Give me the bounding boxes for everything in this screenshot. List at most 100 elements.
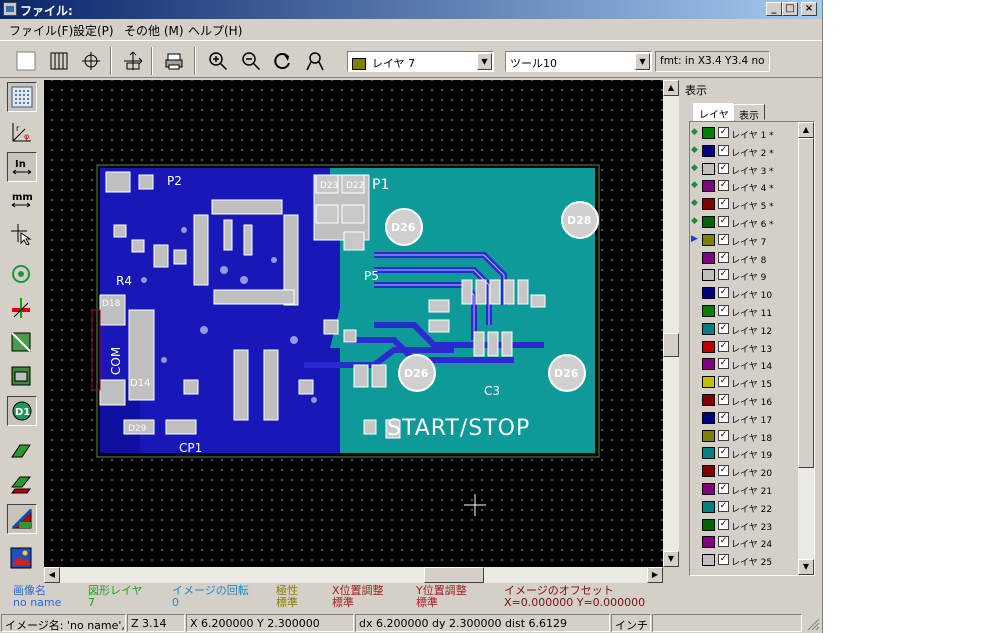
layer-row[interactable]: ✓ レイヤ 13 <box>690 339 798 356</box>
scroll-down-icon[interactable]: ▼ <box>798 559 814 575</box>
tool-select[interactable]: ツール10 ▼ <box>505 51 652 72</box>
layer-visibility-checkbox[interactable]: ✓ <box>718 162 729 174</box>
layer-color-swatch[interactable] <box>702 483 715 495</box>
select-tool-button[interactable] <box>7 220 37 250</box>
crosshair-button[interactable] <box>78 48 104 74</box>
layer-visibility-checkbox[interactable]: ✓ <box>718 518 729 530</box>
menu-file[interactable]: ファイル(F) <box>9 22 73 39</box>
layer-color-swatch[interactable] <box>702 287 715 300</box>
scroll-up-icon[interactable]: ▲ <box>663 80 679 96</box>
flash-tool-button[interactable] <box>7 260 37 290</box>
layer-color-swatch[interactable] <box>702 233 715 246</box>
layer-color-swatch[interactable] <box>702 429 715 442</box>
layer-row[interactable]: ◆ ✓ レイヤ 3 * <box>690 161 798 178</box>
maximize-button[interactable]: □ <box>782 2 798 16</box>
layer-color-swatch[interactable] <box>702 322 715 335</box>
layer-scroll-thumb[interactable] <box>798 138 814 468</box>
layer-visibility-checkbox[interactable]: ✓ <box>718 358 729 370</box>
zoom-out-button[interactable] <box>238 48 264 74</box>
layer-color-swatch[interactable] <box>702 269 715 282</box>
layer-color-swatch[interactable] <box>702 518 715 531</box>
layer-visibility-checkbox[interactable]: ✓ <box>718 251 729 263</box>
menu-other[interactable]: その他 (M) <box>124 22 184 39</box>
layer-color-swatch[interactable] <box>702 411 715 424</box>
layer-row[interactable]: ✓ レイヤ 14 <box>690 356 798 373</box>
layer-fill-button[interactable] <box>7 436 37 466</box>
inch-units-button[interactable]: In <box>7 152 37 182</box>
layer-row[interactable]: ✓ レイヤ 21 <box>690 481 798 498</box>
vertical-scroll-thumb[interactable] <box>663 333 679 357</box>
layer-color-swatch[interactable] <box>702 340 715 353</box>
layer-color-swatch[interactable] <box>702 144 715 157</box>
line-tool-button[interactable] <box>7 294 37 324</box>
chevron-down-icon[interactable]: ▼ <box>635 53 650 70</box>
layer-row[interactable]: ✓ レイヤ 17 <box>690 410 798 427</box>
chevron-down-icon[interactable]: ▼ <box>477 53 492 70</box>
layer-visibility-checkbox[interactable]: ✓ <box>718 429 729 441</box>
layer-visibility-checkbox[interactable]: ✓ <box>718 144 729 156</box>
d-code-button[interactable]: D1 <box>7 396 37 426</box>
layer-row[interactable]: ✓ レイヤ 18 <box>690 428 798 445</box>
redraw-button[interactable] <box>270 48 296 74</box>
layer-color-swatch[interactable] <box>702 305 715 317</box>
layer-color-swatch[interactable] <box>702 251 715 264</box>
open-button[interactable] <box>46 48 72 74</box>
layer-row[interactable]: ◆ ✓ レイヤ 1 * <box>690 125 798 142</box>
layer-color-swatch[interactable] <box>702 216 715 228</box>
layer-visibility-checkbox[interactable]: ✓ <box>718 216 729 227</box>
layer-visibility-checkbox[interactable]: ✓ <box>718 394 729 405</box>
layer-row[interactable]: ✓ レイヤ 11 <box>690 303 798 320</box>
vertical-scrollbar[interactable]: ▲ ▼ <box>663 80 679 567</box>
horizontal-scrollbar[interactable]: ◀ ▶ <box>44 567 663 583</box>
layer-row[interactable]: ✓ レイヤ 24 <box>690 534 798 551</box>
horizontal-scroll-thumb[interactable] <box>424 567 484 583</box>
layer-row[interactable]: ◆ ✓ レイヤ 2 * <box>690 143 798 160</box>
mm-units-button[interactable]: mm <box>7 186 37 216</box>
layer-visibility-checkbox[interactable]: ✓ <box>718 554 729 566</box>
scroll-down-icon[interactable]: ▼ <box>663 551 679 567</box>
tab-layers[interactable]: レイヤ <box>693 103 735 121</box>
tab-display[interactable]: 表示 <box>733 104 765 122</box>
layer-color-swatch[interactable] <box>702 180 715 193</box>
print-button[interactable] <box>161 48 187 74</box>
layer-row[interactable]: ✓ レイヤ 23 <box>690 517 798 534</box>
layer-row[interactable]: ✓ レイヤ 19 <box>690 445 798 462</box>
layer-row[interactable]: ✓ レイヤ 8 <box>690 250 798 267</box>
layer-visibility-checkbox[interactable]: ✓ <box>718 536 729 548</box>
layer-row[interactable]: ✓ レイヤ 9 <box>690 267 798 284</box>
layer-visibility-checkbox[interactable]: ✓ <box>718 287 729 299</box>
layer-color-swatch[interactable] <box>702 554 715 567</box>
layer-row[interactable]: ✓ レイヤ 12 <box>690 321 798 338</box>
layer-visibility-checkbox[interactable]: ✓ <box>718 305 729 316</box>
layer-visibility-checkbox[interactable]: ✓ <box>718 465 729 477</box>
layer-visibility-checkbox[interactable]: ✓ <box>718 180 729 192</box>
layer-visibility-checkbox[interactable]: ✓ <box>718 483 729 494</box>
layer-color-swatch[interactable] <box>702 500 715 513</box>
zoom-fit-button[interactable] <box>302 48 328 74</box>
close-button[interactable]: × <box>801 2 817 16</box>
layer-visibility-checkbox[interactable]: ✓ <box>718 233 729 245</box>
new-button[interactable] <box>13 48 39 74</box>
layer-visibility-checkbox[interactable]: ✓ <box>718 376 729 388</box>
scroll-up-icon[interactable]: ▲ <box>798 122 814 138</box>
layer-row[interactable]: ◆ ✓ レイヤ 4 * <box>690 178 798 195</box>
layer-select[interactable]: レイヤ 7 ▼ <box>347 51 494 72</box>
arc-tool-button[interactable] <box>7 328 37 358</box>
gerber-canvas[interactable]: D26 D28 D26 D26 P2 P1 P5 R4 D18 D14 D29 … <box>44 80 663 567</box>
layer-list-scrollbar[interactable]: ▲ ▼ <box>798 122 814 575</box>
zoom-in-button[interactable] <box>205 48 231 74</box>
layer-row[interactable]: ✓ レイヤ 20 <box>690 463 798 480</box>
menu-help[interactable]: ヘルプ(H) <box>188 22 242 39</box>
layer-red-button[interactable] <box>7 470 37 500</box>
layer-color-swatch[interactable] <box>702 394 715 406</box>
layer-visibility-checkbox[interactable]: ✓ <box>718 447 729 459</box>
layer-row[interactable]: ✓ レイヤ 16 <box>690 392 798 409</box>
layer-row[interactable]: ◆ ✓ レイヤ 6 * <box>690 214 798 231</box>
layer-color-swatch[interactable] <box>702 127 715 139</box>
layer-row[interactable]: ✓ レイヤ 15 <box>690 374 798 391</box>
layer-row[interactable]: ✓ レイヤ 25 <box>690 552 798 569</box>
region-tool-button[interactable] <box>7 362 37 392</box>
minimize-button[interactable]: _ <box>766 2 782 16</box>
layer-row[interactable]: ✓ レイヤ 22 <box>690 499 798 516</box>
layer-visibility-checkbox[interactable]: ✓ <box>718 198 729 210</box>
